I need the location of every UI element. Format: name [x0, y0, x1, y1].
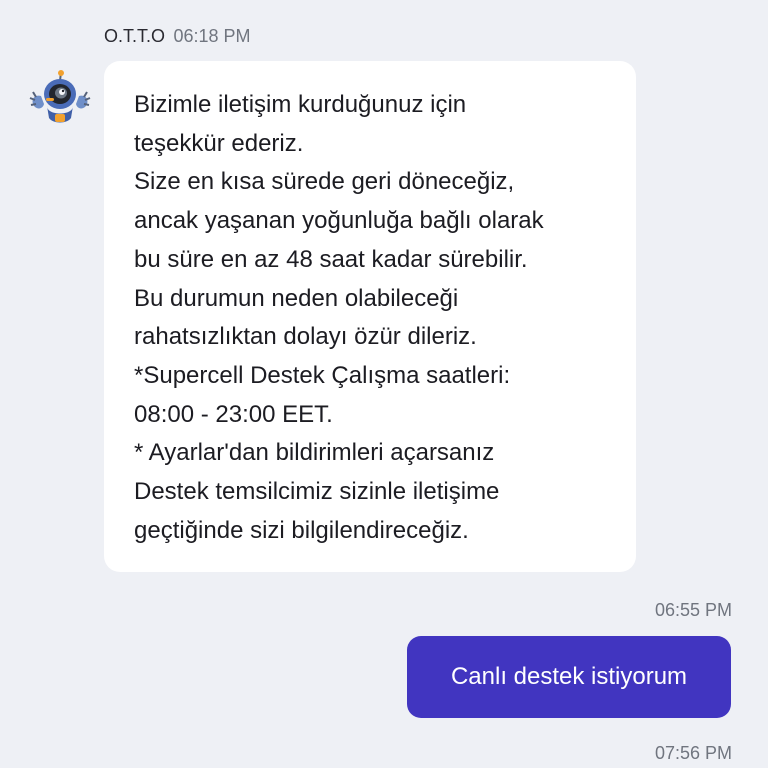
- message-timestamp: 06:18 PM: [173, 26, 251, 46]
- user-message-text: Canlı destek istiyorum: [450, 663, 688, 690]
- message-line: 08:00 - 23:00 EET.: [134, 400, 333, 428]
- message-line: teşekkür ederiz.: [134, 129, 304, 157]
- bot-message-header: O.T.T.O 06:18 PM: [104, 25, 251, 47]
- user-message-bubble: Canlı destek istiyorum: [407, 636, 731, 718]
- user-message-timestamp: 06:55 PM: [654, 600, 732, 620]
- message-line: Bu durumun neden olabileceği: [134, 284, 459, 312]
- robot-avatar-icon: [27, 70, 93, 126]
- next-message-timestamp: 07:56 PM: [654, 743, 732, 763]
- message-line: rahatsızlıktan dolayı özür dileriz.: [134, 323, 477, 351]
- message-line: *Supercell Destek Çalışma saatleri:: [134, 361, 511, 389]
- message-line: Size en kısa sürede geri döneceğiz,: [134, 168, 515, 196]
- message-line: geçtiğinde sizi bilgilendireceğiz.: [134, 516, 469, 544]
- bot-message-bubble: Bizimle iletişim kurduğunuz için teşekkü…: [104, 61, 636, 572]
- message-line: Bizimle iletişim kurduğunuz için: [134, 91, 467, 118]
- message-line: Destek temsilcimiz sizinle iletişime: [134, 478, 500, 506]
- sender-name: O.T.T.O: [104, 26, 166, 46]
- message-line: * Ayarlar'dan bildirimleri açarsanız: [134, 439, 495, 467]
- message-line: bu süre en az 48 saat kadar sürebilir.: [134, 245, 528, 273]
- message-line: ancak yaşanan yoğunluğa bağlı olarak: [134, 207, 544, 235]
